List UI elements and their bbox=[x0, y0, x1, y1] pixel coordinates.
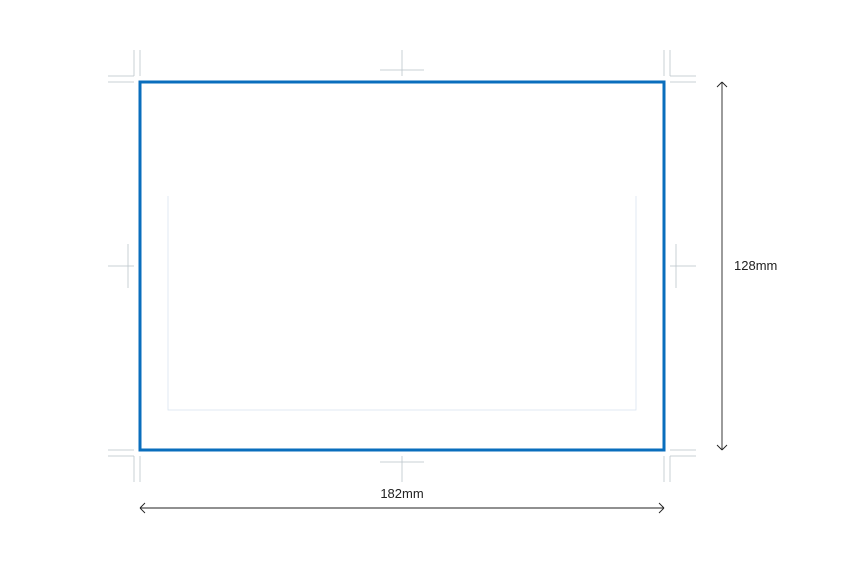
dimension-width-label: 182mm bbox=[380, 486, 423, 501]
inner-guide bbox=[168, 196, 636, 410]
crop-marks bbox=[108, 50, 696, 482]
dimension-height bbox=[717, 82, 727, 450]
artboard-rect bbox=[140, 82, 664, 450]
technical-drawing: 182mm 128mm bbox=[0, 0, 861, 563]
dimension-width bbox=[140, 503, 664, 513]
dimension-height-label: 128mm bbox=[734, 258, 777, 273]
